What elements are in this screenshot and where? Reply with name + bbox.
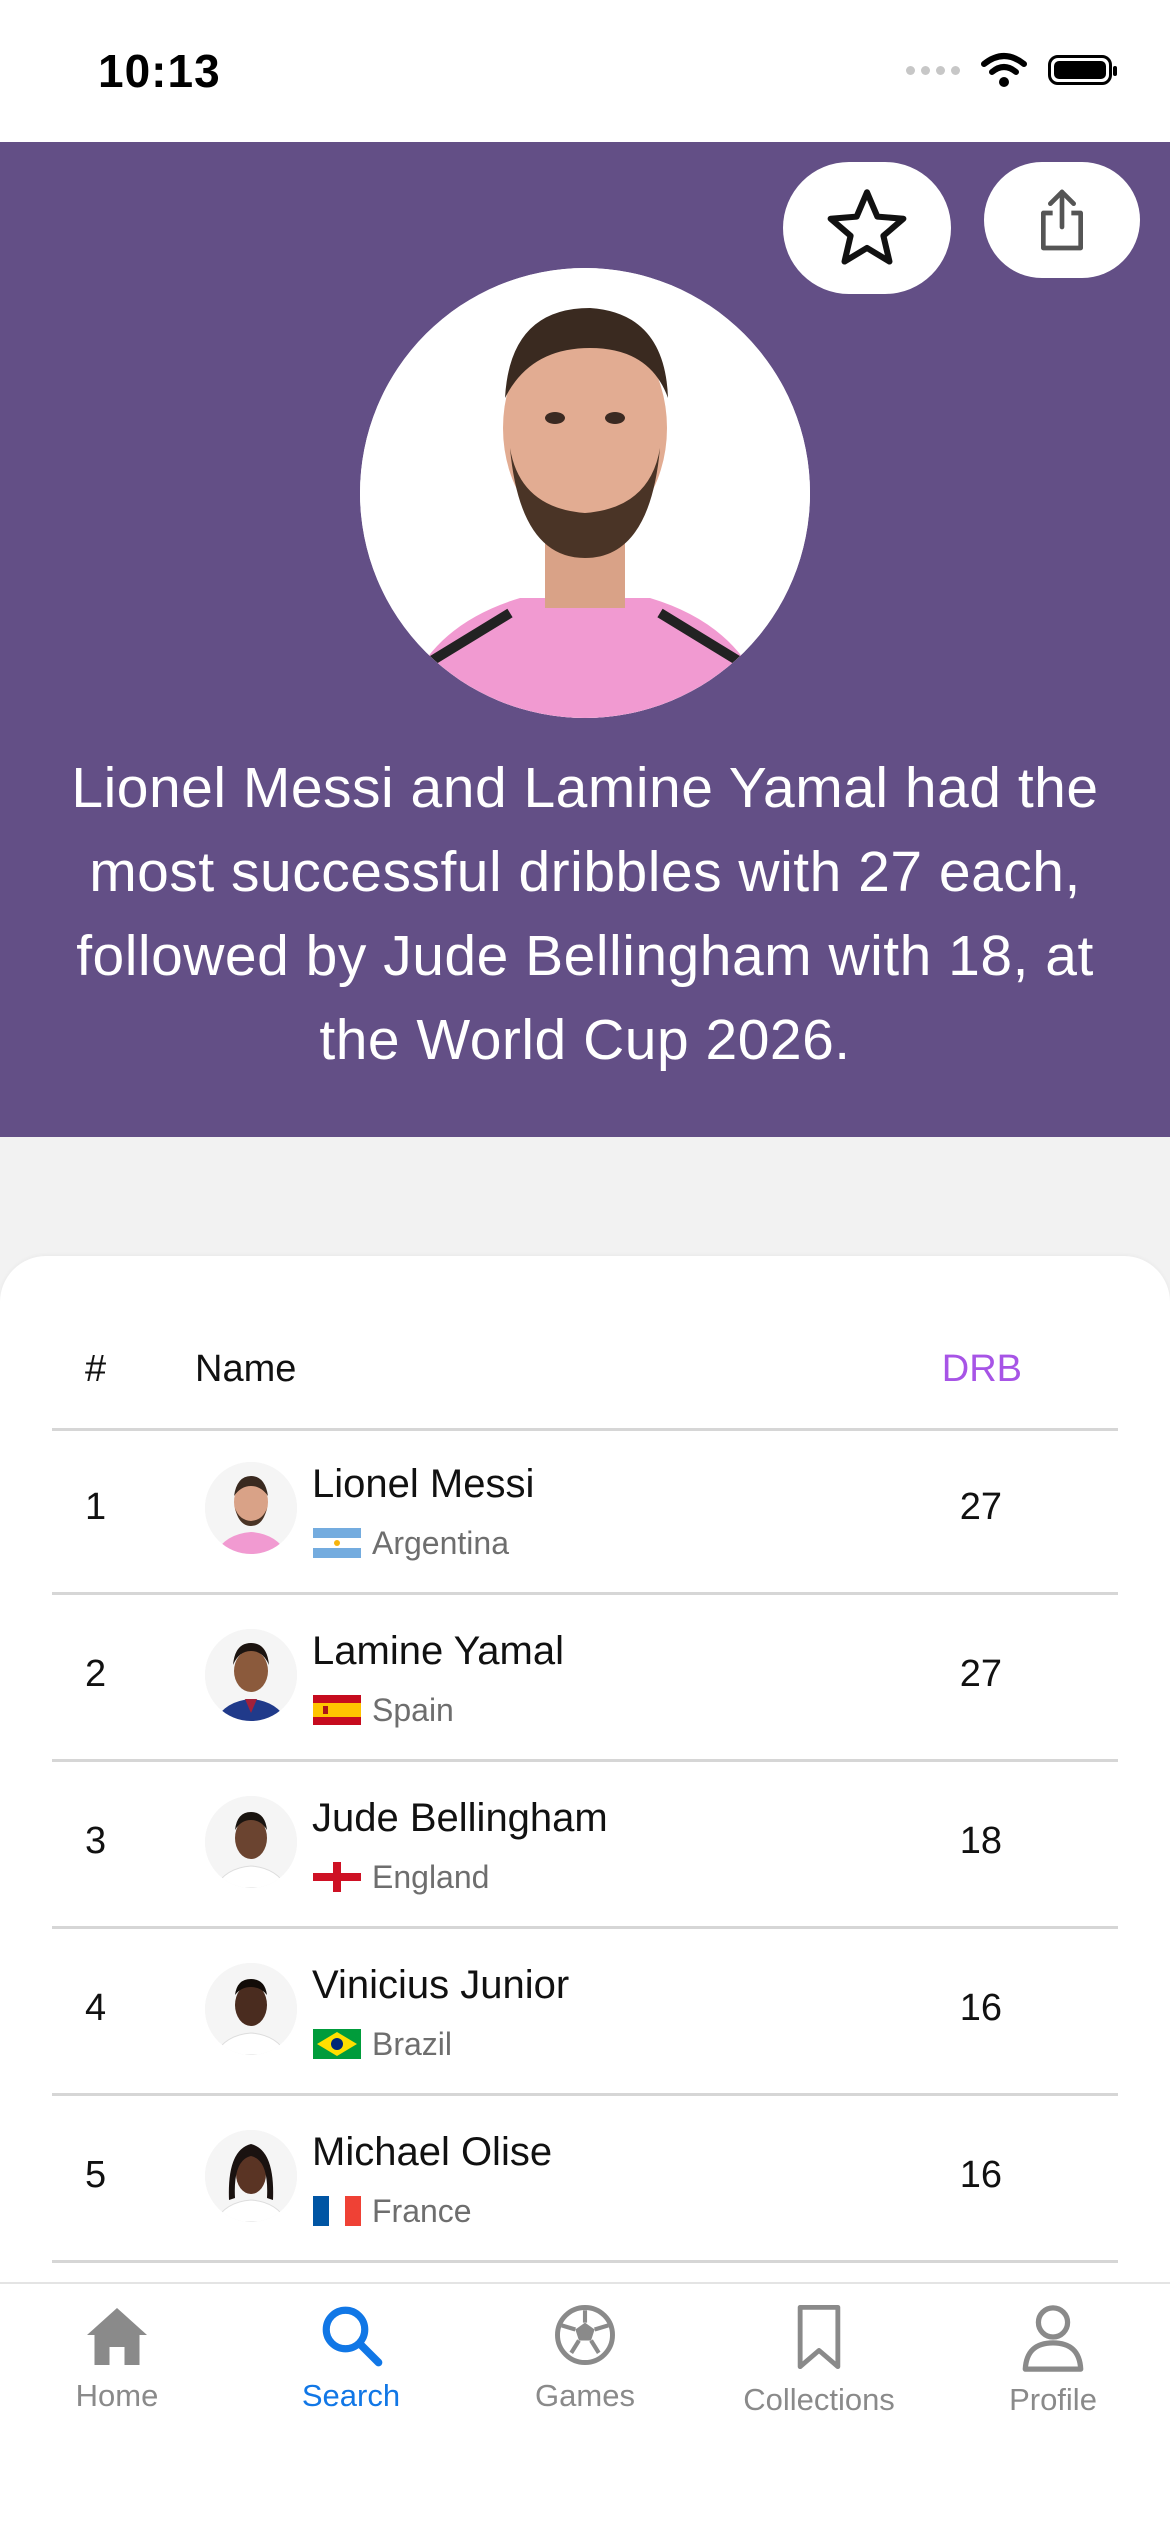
player-name: Lamine Yamal (312, 1629, 564, 1673)
favorite-button[interactable] (783, 162, 951, 294)
table-row[interactable]: 1 Lionel Messi Argentina 27 (52, 1428, 1118, 1595)
name-column-header: Name (195, 1348, 297, 1390)
status-bar: 10:13 (0, 0, 1170, 142)
player-country: England (372, 1859, 490, 1895)
drb-column-header[interactable]: DRB (942, 1348, 1022, 1391)
rank-column-header: # (85, 1348, 107, 1390)
share-button[interactable] (984, 162, 1140, 278)
ranking-list: 1 Lionel Messi Argentina 27 2 Lamine Yam… (52, 1428, 1118, 2263)
ranking-card: # Name DRB 1 Lionel Messi Argentina 27 2… (0, 1256, 1170, 2286)
cellular-signal-icon (906, 65, 960, 75)
person-icon (1022, 2305, 1084, 2372)
share-icon (1041, 189, 1083, 251)
table-row[interactable]: 5 Michael Olise France 16 (52, 2096, 1118, 2263)
row-rank: 4 (85, 1987, 107, 2029)
tab-collections[interactable]: Collections (702, 2302, 936, 2418)
bookmark-icon (797, 2304, 841, 2370)
wifi-icon (981, 53, 1027, 87)
drb-value: 27 (959, 1486, 1002, 1528)
player-country: France (372, 2193, 472, 2229)
player-country: Brazil (372, 2026, 453, 2062)
player-photo (360, 268, 810, 718)
hero-banner: Lionel Messi and Lamine Yamal had the mo… (0, 142, 1170, 1137)
table-row[interactable]: 2 Lamine Yamal Spain 27 (52, 1595, 1118, 1762)
player-name: Jude Bellingham (312, 1796, 608, 1840)
player-avatar (205, 1963, 297, 2055)
tab-search[interactable]: Search (234, 2302, 468, 2414)
battery-icon (1048, 55, 1117, 85)
tab-games[interactable]: Games (468, 2302, 702, 2414)
england-flag-icon (313, 1862, 361, 1892)
row-rank: 5 (85, 2154, 107, 2196)
row-rank: 2 (85, 1653, 107, 1695)
tab-label: Search (301, 2378, 401, 2413)
player-name: Vinicius Junior (312, 1963, 570, 2007)
drb-value: 16 (959, 1987, 1002, 2029)
search-icon (322, 2306, 383, 2367)
player-name: Michael Olise (312, 2130, 553, 2174)
player-name: Lionel Messi (312, 1462, 535, 1506)
row-rank: 1 (85, 1486, 107, 1528)
table-row[interactable]: 4 Vinicius Junior Brazil 16 (52, 1929, 1118, 2096)
drb-value: 18 (959, 1820, 1002, 1862)
soccer-ball-icon (555, 2305, 615, 2365)
player-country: Spain (372, 1692, 454, 1728)
drb-value: 16 (959, 2154, 1002, 2196)
row-rank: 3 (85, 1820, 107, 1862)
player-country: Argentina (372, 1525, 509, 1561)
player-avatar (205, 1462, 297, 1554)
status-icons (906, 52, 1117, 88)
tab-profile[interactable]: Profile (936, 2302, 1170, 2418)
home-icon (87, 2308, 147, 2365)
tab-label: Collections (743, 2382, 895, 2417)
table-row[interactable]: 3 Jude Bellingham England 18 (52, 1762, 1118, 1929)
tab-label: Games (535, 2378, 635, 2413)
status-time: 10:13 (98, 45, 221, 97)
tab-label: Profile (1009, 2382, 1097, 2417)
drb-value: 27 (959, 1653, 1002, 1695)
tab-label: Home (75, 2378, 159, 2413)
spain-flag-icon (313, 1695, 361, 1725)
france-flag-icon (313, 2196, 361, 2226)
player-avatar (205, 1629, 297, 1721)
player-avatar (205, 2130, 297, 2222)
argentina-flag-icon (313, 1528, 361, 1558)
stat-summary: Lionel Messi and Lamine Yamal had the mo… (71, 756, 1099, 1072)
tab-home[interactable]: Home (0, 2302, 234, 2414)
player-avatar (205, 1796, 297, 1888)
table-header: # Name DRB (52, 1256, 1118, 1431)
tab-bar: Home Search Games Collections Profile (0, 2282, 1170, 2534)
star-icon (827, 189, 907, 265)
brazil-flag-icon (313, 2029, 361, 2059)
